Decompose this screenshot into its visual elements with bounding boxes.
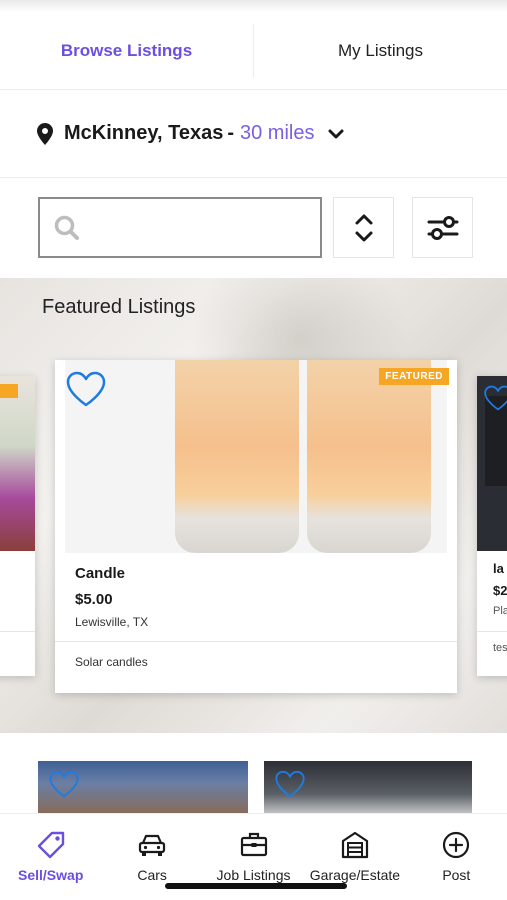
featured-listings-section: Featured Listings FEATURED Candle $5.00 …: [0, 278, 507, 733]
home-indicator[interactable]: [165, 883, 347, 889]
search-box[interactable]: [38, 197, 322, 258]
listing-location: Pla: [493, 605, 507, 617]
listing-image: [65, 360, 447, 553]
card-divider: [55, 641, 457, 642]
filter-button[interactable]: [412, 197, 473, 258]
candle-image-shape: [175, 360, 299, 553]
featured-card-previous[interactable]: [0, 376, 35, 676]
search-controls: [0, 178, 507, 278]
heart-icon[interactable]: [65, 370, 107, 408]
listing-description: tes: [493, 642, 507, 654]
listing-price: $5.00: [75, 591, 113, 608]
search-icon: [54, 215, 79, 240]
listing-title: la: [493, 561, 504, 576]
sliders-icon: [427, 215, 458, 240]
featured-badge: FEATURED: [379, 368, 449, 385]
listing-tabs: Browse Listings My Listings: [0, 12, 507, 90]
tag-icon: [37, 831, 64, 859]
featured-badge: [0, 384, 18, 398]
map-pin-icon: [37, 122, 53, 145]
nav-garage-estate-label: Garage/Estate: [309, 867, 401, 883]
tab-my-listings[interactable]: My Listings: [254, 12, 507, 89]
search-input[interactable]: [90, 218, 310, 237]
tab-browse-listings-label: Browse Listings: [60, 40, 193, 60]
sort-up-down-icon: [355, 214, 372, 241]
location-separator: -: [227, 122, 234, 144]
plus-circle-icon: [443, 831, 470, 859]
card-divider: [477, 631, 507, 632]
listing-title: Candle: [75, 565, 126, 582]
grid-listing-card[interactable]: [38, 761, 248, 813]
location-city: McKinney, Texas: [64, 122, 224, 144]
listing-image: [0, 376, 35, 551]
briefcase-icon: [240, 832, 267, 857]
location-selector[interactable]: McKinney, Texas - 30 miles: [0, 90, 507, 178]
tab-my-listings-label: My Listings: [337, 40, 424, 60]
featured-card-next[interactable]: la $2 Pla tes: [477, 376, 507, 676]
candle-image-shape: [307, 360, 431, 553]
listing-description: Solar candles: [75, 655, 148, 669]
garage-icon: [341, 831, 369, 859]
car-icon: [139, 834, 166, 856]
grid-listing-card[interactable]: [264, 761, 472, 813]
tab-browse-listings[interactable]: Browse Listings: [0, 12, 253, 89]
sort-button[interactable]: [333, 197, 394, 258]
nav-post[interactable]: Post: [406, 814, 507, 900]
card-divider: [0, 631, 35, 632]
heart-icon[interactable]: [48, 769, 80, 799]
featured-card-candle[interactable]: FEATURED Candle $5.00 Lewisville, TX Sol…: [55, 360, 457, 693]
nav-sell-swap[interactable]: Sell/Swap: [0, 814, 101, 900]
listing-price: $2: [493, 583, 507, 598]
chevron-down-icon[interactable]: [328, 128, 344, 140]
nav-cars-label: Cars: [137, 867, 167, 883]
location-radius: 30 miles: [240, 122, 315, 144]
nav-post-label: Post: [442, 867, 471, 883]
heart-icon[interactable]: [483, 384, 507, 412]
listing-location: Lewisville, TX: [75, 615, 149, 629]
heart-icon[interactable]: [274, 769, 306, 799]
status-bar-shadow: [0, 0, 507, 12]
nav-sell-swap-label: Sell/Swap: [18, 867, 84, 883]
listing-grid: [0, 733, 507, 813]
nav-job-listings-label: Job Listings: [216, 867, 291, 883]
featured-listings-title: Featured Listings: [42, 296, 196, 318]
